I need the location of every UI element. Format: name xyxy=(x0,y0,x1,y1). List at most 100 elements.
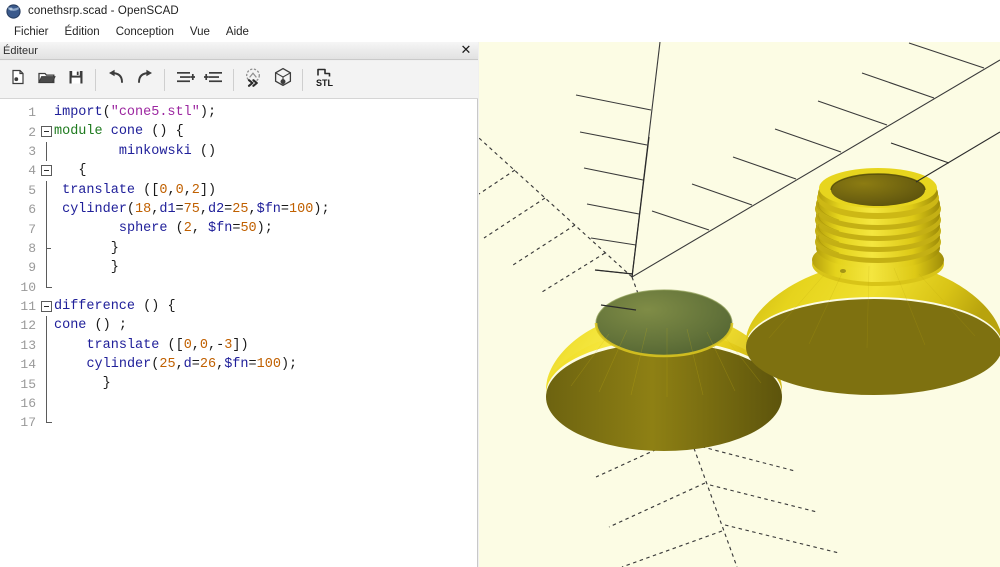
code-line-text: sphere (2, $fn=50); xyxy=(118,221,273,237)
fold-marker xyxy=(40,141,54,162)
line-number: 9 xyxy=(28,260,36,276)
fold-marker xyxy=(40,238,54,259)
3d-scene xyxy=(479,42,1000,567)
fold-marker xyxy=(40,258,54,278)
editor-toolbar: STL xyxy=(0,61,478,99)
code-line-text: cylinder(18,d1=75,d2=25,$fn=100); xyxy=(62,201,330,217)
fold-marker[interactable] xyxy=(40,297,54,316)
line-number: 15 xyxy=(20,376,36,392)
code-line[interactable]: 6 cylinder(18,d1=75,d2=25,$fn=100); xyxy=(0,199,477,220)
line-number: 4 xyxy=(28,163,36,179)
3d-preview-viewport[interactable] xyxy=(479,42,1000,567)
fold-marker xyxy=(40,199,54,220)
fold-marker xyxy=(40,374,54,394)
fold-marker xyxy=(40,355,54,375)
fold-marker[interactable] xyxy=(40,161,54,180)
undo-icon xyxy=(106,68,126,91)
code-line-text: } xyxy=(110,240,119,256)
fold-marker xyxy=(40,316,54,336)
redo-icon xyxy=(135,68,155,91)
line-number: 7 xyxy=(28,221,36,237)
menu-conception[interactable]: Conception xyxy=(108,24,182,40)
editor-dock: Éditeur ✕ STL 1 import("cone5.stl"); 2 m… xyxy=(0,42,478,567)
fold-marker xyxy=(40,413,54,432)
code-line[interactable]: 11 difference () { xyxy=(0,297,477,316)
save-file-button[interactable] xyxy=(62,65,89,95)
line-number: 17 xyxy=(20,415,36,431)
render-button[interactable] xyxy=(269,65,296,95)
fold-marker xyxy=(40,335,54,356)
editor-dock-title: Éditeur xyxy=(3,44,38,57)
redo-button[interactable] xyxy=(131,65,158,95)
code-line[interactable]: 7 sphere (2, $fn=50); xyxy=(0,219,477,239)
menu-aide[interactable]: Aide xyxy=(218,24,257,40)
export-stl-button[interactable]: STL xyxy=(309,65,341,95)
title-bar: conethsrp.scad - OpenSCAD xyxy=(0,0,1000,22)
render-icon xyxy=(273,67,293,92)
window-title: conethsrp.scad - OpenSCAD xyxy=(28,5,179,17)
code-line[interactable]: 4 { xyxy=(0,161,477,180)
menu-bar: Fichier Édition Conception Vue Aide xyxy=(0,22,1000,42)
indent-button[interactable] xyxy=(200,65,227,95)
fold-marker xyxy=(40,219,54,239)
code-line[interactable]: 1 import("cone5.stl"); xyxy=(0,103,477,122)
fold-marker xyxy=(40,393,54,414)
line-number: 12 xyxy=(20,318,36,334)
menu-fichier[interactable]: Fichier xyxy=(6,24,57,40)
code-lines-container: 1 import("cone5.stl"); 2 module cone () {3 … xyxy=(0,103,477,433)
fold-marker[interactable] xyxy=(40,122,54,141)
toolbar-separator-3 xyxy=(233,68,234,91)
open-file-button[interactable] xyxy=(33,65,60,95)
menu-vue[interactable]: Vue xyxy=(182,24,218,40)
line-number: 16 xyxy=(20,396,36,412)
code-line-text: module cone () { xyxy=(54,124,184,140)
unindent-button[interactable] xyxy=(171,65,198,95)
fold-marker xyxy=(40,103,54,122)
line-number: 13 xyxy=(20,337,36,353)
code-line-text: difference () { xyxy=(54,298,176,314)
save-file-icon xyxy=(67,68,85,91)
fold-marker xyxy=(40,180,54,200)
line-number: 5 xyxy=(28,182,36,198)
code-line[interactable]: 14 cylinder(25,d=26,$fn=100); xyxy=(0,355,477,375)
code-line[interactable]: 8 } xyxy=(0,238,477,259)
code-line[interactable]: 10 xyxy=(0,277,477,297)
line-number: 10 xyxy=(20,279,36,295)
openscad-window: conethsrp.scad - OpenSCAD Fichier Éditio… xyxy=(0,0,1000,567)
code-line[interactable]: 3 minkowski () xyxy=(0,141,477,162)
toolbar-separator-2 xyxy=(164,68,165,91)
line-number: 2 xyxy=(28,124,36,140)
code-editor[interactable]: 1 import("cone5.stl"); 2 module cone () {3 … xyxy=(0,99,478,567)
code-line[interactable]: 17 xyxy=(0,413,477,432)
preview-button[interactable] xyxy=(240,65,267,95)
close-icon[interactable]: ✕ xyxy=(458,43,474,59)
code-line[interactable]: 15 } xyxy=(0,374,477,394)
code-line-text: } xyxy=(102,376,111,392)
svg-text:STL: STL xyxy=(316,78,334,88)
code-line-text: { xyxy=(78,163,87,179)
line-number: 14 xyxy=(20,357,36,373)
code-line[interactable]: 12 cone () ; xyxy=(0,316,477,336)
toolbar-separator-1 xyxy=(95,68,96,91)
code-line[interactable]: 2 module cone () { xyxy=(0,122,477,141)
open-file-icon xyxy=(37,68,56,91)
line-number: 3 xyxy=(28,143,36,159)
toolbar-separator-4 xyxy=(302,68,303,91)
code-line-text: cone () ; xyxy=(54,318,127,334)
code-line[interactable]: 13 translate ([0,0,-3]) xyxy=(0,335,477,356)
export-stl-icon: STL xyxy=(312,66,338,93)
new-file-button[interactable] xyxy=(4,65,31,95)
code-line-text: } xyxy=(110,260,119,276)
line-number: 1 xyxy=(28,105,36,121)
code-line[interactable]: 9 } xyxy=(0,258,477,278)
code-line[interactable]: 5 translate ([0,0,2]) xyxy=(0,180,477,200)
line-number: 6 xyxy=(28,202,36,218)
line-number: 11 xyxy=(20,299,36,315)
unindent-icon xyxy=(175,68,195,91)
undo-button[interactable] xyxy=(102,65,129,95)
fold-marker xyxy=(40,277,54,297)
code-line[interactable]: 16 xyxy=(0,393,477,414)
code-line-text: translate ([0,0,-3]) xyxy=(86,337,249,353)
code-line-text: import("cone5.stl"); xyxy=(54,105,217,120)
menu-edition[interactable]: Édition xyxy=(57,24,108,40)
